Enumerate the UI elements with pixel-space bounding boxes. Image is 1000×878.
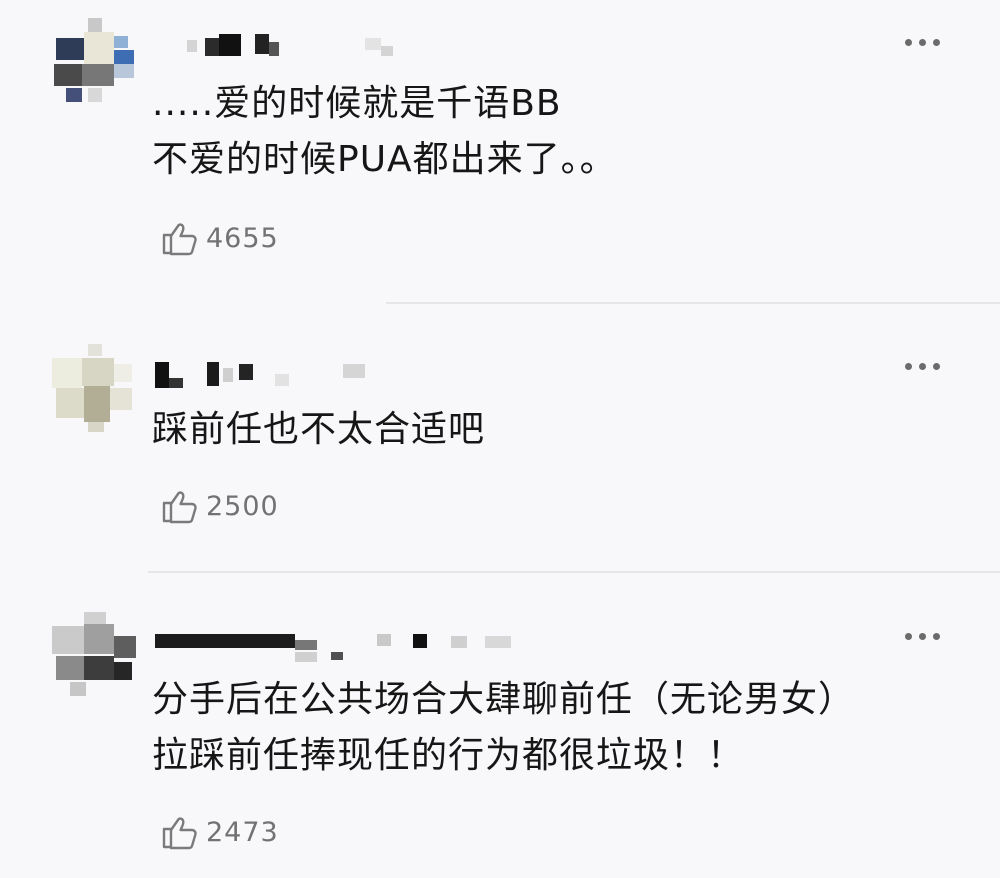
username[interactable] [155,632,555,662]
like-count: 4655 [206,222,279,254]
more-horizontal-icon [904,38,912,46]
comment-text: .....爱的时候就是千语BB 不爱的时候PUA都出来了。。 [152,83,617,180]
like-button[interactable]: 2473 [160,812,279,852]
more-options-button[interactable] [892,32,952,52]
more-options-button[interactable] [892,626,952,646]
avatar[interactable] [48,344,136,432]
like-count: 2500 [206,490,279,522]
like-count: 2473 [206,816,279,848]
divider [148,571,1000,573]
avatar[interactable] [48,18,136,106]
comment-text: 踩前任也不太合适吧 [152,409,486,450]
username[interactable] [155,34,555,60]
avatar[interactable] [48,612,136,700]
like-button[interactable]: 4655 [160,218,279,258]
more-horizontal-icon [904,632,912,640]
thumbs-up-icon [162,491,197,524]
more-horizontal-icon [904,362,912,370]
thumbs-up-icon [162,817,197,850]
like-button[interactable]: 2500 [160,486,279,526]
thumbs-up-icon [162,223,197,256]
comment-text: 分手后在公共场合大肆聊前任（无论男女） 拉踩前任捧现任的行为都很垃圾！！ [152,679,856,776]
more-options-button[interactable] [892,356,952,376]
divider [386,302,1000,304]
username[interactable] [155,362,555,388]
